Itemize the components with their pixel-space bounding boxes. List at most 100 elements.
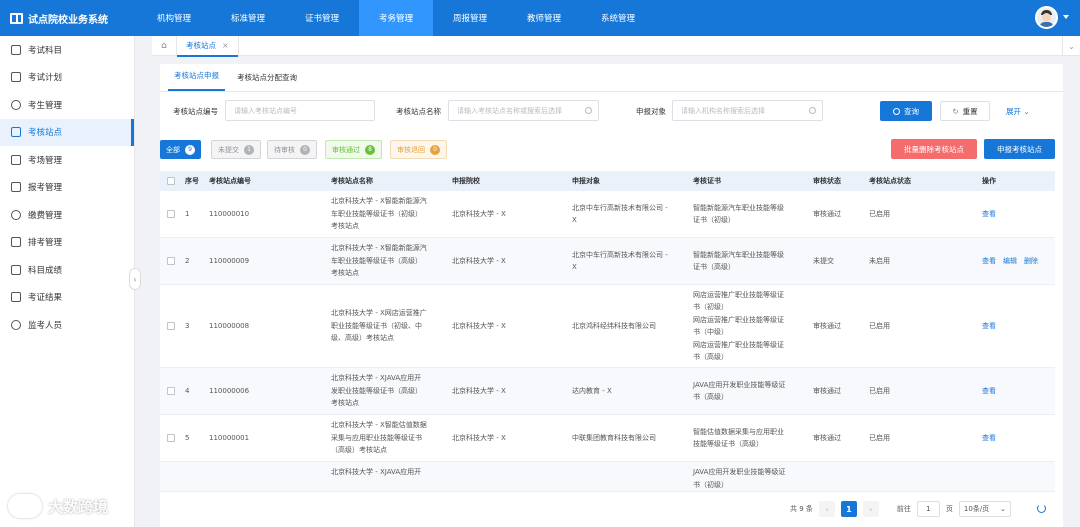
table-row: 3 110000008 北京科技大学 - X网店运营推广 职业技能等级证书（初级、中级…: [160, 285, 1055, 368]
count-badge: 9: [185, 144, 195, 155]
filter-chip-approved[interactable]: 审核通过 8: [325, 140, 382, 159]
page-size-select[interactable]: 10条/页 ⌄: [958, 501, 1011, 517]
row-cert: JAVA应用开发职业技能等级证 书（高级）: [693, 380, 786, 402]
reset-button[interactable]: ↻ 重置: [940, 101, 990, 121]
nav-certificate[interactable]: 证书管理: [285, 0, 359, 36]
view-link[interactable]: 查看: [982, 320, 996, 333]
sidebar-item-sites[interactable]: 考核站点: [0, 118, 134, 146]
row-school: 北京科技大学 - X: [452, 386, 506, 395]
filter-chip-unsubmitted[interactable]: 未提交 1: [211, 140, 261, 159]
name-label: 考核站点名称: [396, 107, 441, 116]
check-square-icon: [11, 292, 21, 303]
target-input[interactable]: [672, 100, 823, 121]
select-all-checkbox[interactable]: [166, 177, 175, 185]
document-icon: [11, 182, 21, 193]
grid-icon: [11, 154, 21, 165]
apply-site-button[interactable]: 申报考核站点: [984, 139, 1055, 159]
table-row: 4 110000006 北京科技大学 - XJAVA应用开 发职业技能等级证书（高级）…: [160, 368, 1055, 415]
nav-org[interactable]: 机构管理: [137, 0, 211, 36]
page-unit: 页: [945, 505, 953, 513]
col-no: 序号: [185, 176, 199, 185]
pagination: 共 9 条 ‹ 1 › 前往 1 页 10条/页 ⌄: [790, 501, 1011, 517]
count-badge: 8: [365, 144, 375, 155]
row-checkbox[interactable]: [166, 257, 175, 265]
view-link[interactable]: 查看: [982, 432, 996, 445]
tab-site-application[interactable]: 考核站点申报: [168, 70, 225, 91]
prev-page-button[interactable]: ‹: [818, 501, 835, 517]
row-code: 110000009: [209, 256, 250, 265]
next-page-button[interactable]: ›: [862, 501, 879, 517]
goto-label: 前往: [896, 505, 911, 513]
search-button[interactable]: 查询: [880, 101, 932, 121]
row-checkbox[interactable]: [166, 434, 175, 442]
chevron-down-icon: ⌄: [1023, 107, 1030, 116]
row-name: 北京科技大学 - X智能估值数据 采集与应用职业技能等级证书 （高级）考核站点: [331, 421, 427, 455]
tab-site-allocation[interactable]: 考核站点分配查询: [231, 72, 303, 91]
row-code: 110000008: [209, 321, 250, 330]
expand-link[interactable]: 展开 ⌄: [1006, 106, 1030, 117]
count-badge: 0: [430, 144, 440, 155]
edit-link[interactable]: 编辑: [1003, 255, 1017, 268]
row-checkbox[interactable]: [166, 322, 175, 330]
sidebar-item-results[interactable]: 考证结果: [0, 284, 134, 312]
filter-chip-all[interactable]: 全部 9: [160, 140, 201, 159]
chevron-down-icon[interactable]: ⌄: [1062, 36, 1080, 56]
row-target: 达内教育 - X: [572, 386, 612, 395]
home-icon[interactable]: ⌂: [152, 35, 177, 56]
sidebar-collapse-button[interactable]: ‹: [129, 268, 141, 290]
row-audit-status: 未提交: [813, 256, 834, 265]
page-button[interactable]: 1: [840, 501, 857, 517]
sidebar-item-plan[interactable]: 考试计划: [0, 64, 134, 92]
sidebar-item-rooms[interactable]: 考场管理: [0, 146, 134, 174]
nav-weekly[interactable]: 周报管理: [433, 0, 507, 36]
view-link[interactable]: 查看: [982, 385, 996, 398]
search-icon: [809, 107, 816, 114]
chevron-down-icon[interactable]: [1063, 15, 1069, 19]
delete-link[interactable]: 删除: [1024, 255, 1038, 268]
sidebar-item-examinees[interactable]: 考生管理: [0, 91, 134, 119]
filter-chip-pending[interactable]: 待审核 0: [267, 140, 317, 159]
row-target: 中联集团教育科技有限公司: [572, 433, 656, 442]
avatar[interactable]: [1035, 6, 1058, 29]
row-checkbox[interactable]: [166, 387, 175, 395]
sidebar-item-payment[interactable]: 缴费管理: [0, 201, 134, 229]
col-school: 申报院校: [452, 176, 480, 185]
sidebar-item-registration[interactable]: 报考管理: [0, 174, 134, 202]
col-op: 操作: [982, 176, 996, 185]
nav-teacher[interactable]: 教师管理: [507, 0, 581, 36]
name-input[interactable]: [448, 100, 599, 121]
tab-sites[interactable]: 考核站点 ×: [177, 35, 239, 57]
app-brand[interactable]: 试点院校业务系统: [0, 0, 135, 36]
row-no: 2: [185, 256, 190, 265]
view-link[interactable]: 查看: [982, 208, 996, 221]
location-icon: [11, 127, 21, 138]
close-icon[interactable]: ×: [222, 41, 229, 50]
nav-system[interactable]: 系统管理: [581, 0, 655, 36]
row-target: 北京中车行高新技术有限公司 -X: [572, 203, 668, 225]
watermark-logo: [8, 494, 42, 518]
batch-delete-button[interactable]: 批量删除考核站点: [891, 139, 977, 159]
page-input[interactable]: 1: [916, 501, 940, 517]
row-checkbox[interactable]: [166, 210, 175, 218]
row-code: 110000010: [209, 209, 250, 218]
nav-exam[interactable]: 考务管理: [359, 0, 433, 36]
sidebar-item-scheduling[interactable]: 排考管理: [0, 229, 134, 257]
sidebar-item-proctors[interactable]: 监考人员: [0, 311, 134, 339]
chevron-down-icon: ⌄: [1000, 505, 1006, 513]
count-badge: 0: [300, 144, 310, 155]
nav-standard[interactable]: 标准管理: [211, 0, 285, 36]
row-code: 110000001: [209, 433, 250, 442]
user-circle-icon: [11, 99, 21, 110]
sidebar-item-scores[interactable]: 科目成绩: [0, 256, 134, 284]
main-content: 考核站点申报 考核站点分配查询 考核站点编号 考核站点名称 申报对象 查询 ↻ …: [160, 64, 1063, 527]
view-link[interactable]: 查看: [982, 255, 996, 268]
filter-chip-returned[interactable]: 审核退回 0: [390, 140, 447, 159]
row-operations: 查看: [982, 432, 1055, 445]
currency-icon: [11, 209, 21, 220]
refresh-icon[interactable]: [1037, 504, 1046, 513]
sidebar-item-subjects[interactable]: 考试科目: [0, 36, 134, 64]
code-input[interactable]: [225, 100, 375, 121]
row-name: 北京科技大学 - X智能新能源汽 车职业技能等级证书（初级） 考核站点: [331, 197, 427, 231]
row-code: 110000006: [209, 386, 250, 395]
score-icon: [11, 264, 21, 275]
